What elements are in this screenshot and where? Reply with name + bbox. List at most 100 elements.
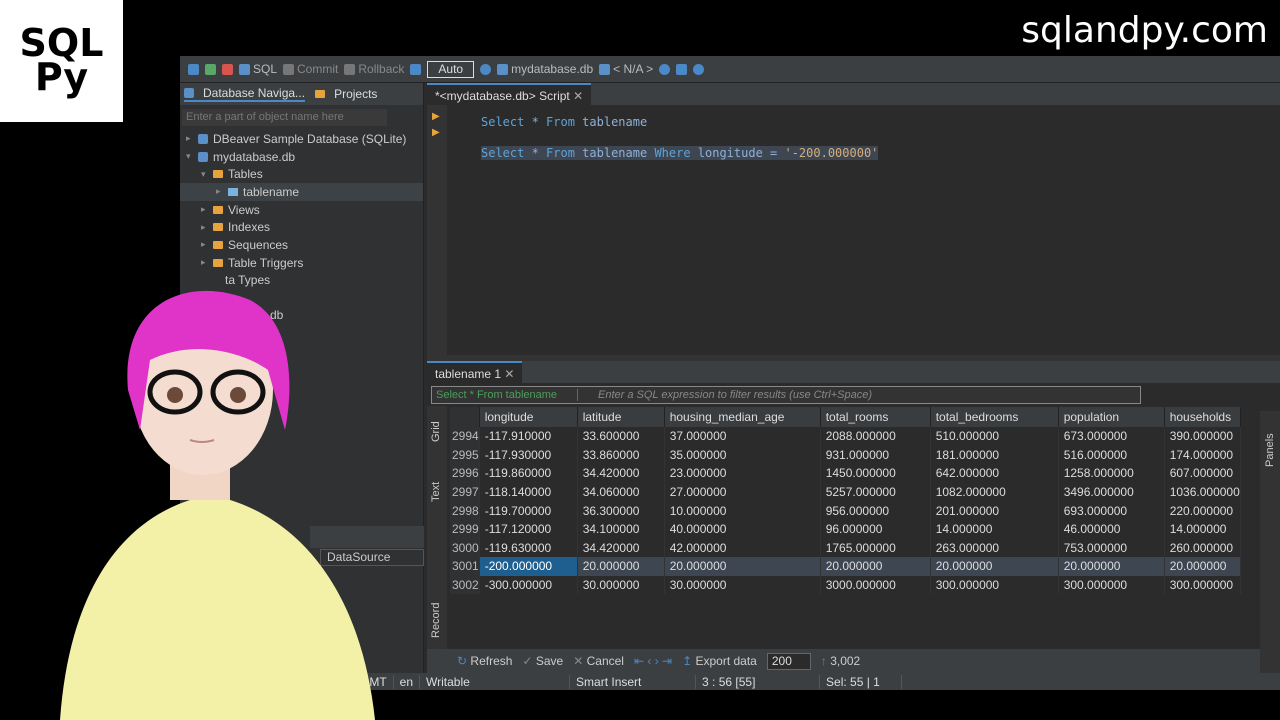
table-cell[interactable]: 33.600000 xyxy=(577,427,665,446)
table-row[interactable]: 3000 -119.630000 34.420000 42.000000 1765.00… xyxy=(450,538,1241,558)
table-cell[interactable]: 42.000000 xyxy=(664,538,821,558)
table-cell[interactable]: -300.000000 xyxy=(479,575,578,595)
tab-results[interactable]: tablename 1 ✕ xyxy=(427,361,523,383)
table-cell[interactable]: 36.300000 xyxy=(577,501,665,520)
tree-item-sequences[interactable]: ▸ Sequences xyxy=(180,236,423,254)
table-row[interactable]: 2999 -117.120000 34.100000 40.000000 96.0000… xyxy=(450,519,1241,539)
table-cell[interactable]: 34.060000 xyxy=(577,482,665,502)
table-cell[interactable]: -119.700000 xyxy=(479,501,578,520)
column-header[interactable]: longitude xyxy=(479,407,578,427)
tab-database-navigator[interactable]: Database Naviga... xyxy=(184,86,306,102)
table-cell[interactable]: -117.930000 xyxy=(479,445,578,465)
table-cell[interactable]: 20.000000 xyxy=(1058,557,1165,576)
table-cell[interactable]: 956.000000 xyxy=(820,501,931,520)
table-cell[interactable]: 1082.000000 xyxy=(930,482,1059,502)
tree-item-indexes[interactable]: ▸ Indexes xyxy=(180,218,423,236)
table-cell[interactable]: 673.000000 xyxy=(1058,427,1165,446)
close-icon[interactable]: ✕ xyxy=(573,89,583,103)
collapse-icon[interactable]: ▾ xyxy=(201,169,213,180)
save-button[interactable]: ✓ Save xyxy=(522,654,563,668)
table-row[interactable]: 3002 -300.000000 30.000000 30.000000 3000.00… xyxy=(450,575,1241,595)
table-cell[interactable]: 10.000000 xyxy=(664,501,821,520)
export-data-button[interactable]: ↥ Export data xyxy=(682,654,757,668)
table-cell[interactable]: 693.000000 xyxy=(1058,501,1165,520)
table-cell[interactable]: 642.000000 xyxy=(930,464,1059,483)
column-header[interactable]: latitude xyxy=(577,407,665,427)
table-cell[interactable]: 34.100000 xyxy=(577,519,665,539)
sql-editor[interactable]: *<mydatabase.db> Script ✕ ▶ ▶ Select * F… xyxy=(427,83,1280,355)
text-view-tab[interactable]: Text xyxy=(430,482,442,502)
table-cell[interactable]: 20.000000 xyxy=(664,557,821,576)
table-cell[interactable]: 607.000000 xyxy=(1164,464,1241,483)
table-cell[interactable]: 20.000000 xyxy=(1164,557,1241,576)
tree-item-tablename[interactable]: ▸ tablename xyxy=(180,183,423,201)
commit-button[interactable]: Commit xyxy=(283,62,338,76)
object-filter-input[interactable]: Enter a part of object name here xyxy=(182,109,387,126)
table-cell[interactable]: 3496.000000 xyxy=(1058,482,1165,502)
column-header[interactable]: population xyxy=(1058,407,1165,427)
table-cell[interactable]: -119.860000 xyxy=(479,464,578,483)
column-header[interactable]: housing_median_age xyxy=(664,407,821,427)
table-cell[interactable]: 20.000000 xyxy=(930,557,1059,576)
table-cell[interactable]: 30.000000 xyxy=(577,575,665,595)
expand-icon[interactable]: ▸ xyxy=(186,133,198,144)
table-cell[interactable]: 96.000000 xyxy=(820,519,931,539)
table-cell[interactable]: -119.630000 xyxy=(479,538,578,558)
auto-commit-toggle[interactable]: Auto xyxy=(427,60,475,78)
table-cell[interactable]: 516.000000 xyxy=(1058,445,1165,465)
history-icon[interactable] xyxy=(480,63,492,75)
grid-view-tab[interactable]: Grid xyxy=(430,421,442,442)
tree-item-mydatabase[interactable]: ▾ mydatabase.db xyxy=(180,148,423,166)
expand-icon[interactable]: ▸ xyxy=(201,239,213,250)
row-count[interactable]: ↑ 3,002 xyxy=(821,654,860,668)
filter-input[interactable]: Enter a SQL expression to filter results… xyxy=(578,389,872,401)
table-row[interactable]: 2995 -117.930000 33.860000 35.000000 931.000… xyxy=(450,445,1241,465)
expand-icon[interactable]: ▸ xyxy=(216,186,228,197)
table-cell[interactable]: 46.000000 xyxy=(1058,519,1165,539)
table-cell[interactable]: 37.000000 xyxy=(664,427,821,446)
rollback-button[interactable]: Rollback xyxy=(344,62,404,76)
disconnect-icon[interactable] xyxy=(222,63,233,75)
table-cell[interactable]: 181.000000 xyxy=(930,445,1059,465)
table-cell[interactable]: 34.420000 xyxy=(577,538,665,558)
sql-editor-button[interactable]: SQL xyxy=(239,62,277,76)
active-schema-selector[interactable]: < N/A > xyxy=(599,62,653,76)
search-icon[interactable] xyxy=(693,63,705,75)
fetch-size-input[interactable]: 200 xyxy=(766,652,811,670)
table-cell[interactable]: 753.000000 xyxy=(1058,538,1165,558)
table-cell[interactable]: 931.000000 xyxy=(820,445,931,465)
record-view-tab[interactable]: Record xyxy=(430,603,442,638)
table-cell[interactable]: 300.000000 xyxy=(930,575,1059,595)
table-cell[interactable]: 30.000000 xyxy=(664,575,821,595)
table-row[interactable]: 2997 -118.140000 34.060000 27.000000 5257.00… xyxy=(450,482,1241,502)
expand-icon[interactable]: ▸ xyxy=(201,204,213,215)
refresh-button[interactable]: ↻ Refresh xyxy=(457,654,512,668)
table-cell[interactable]: 35.000000 xyxy=(664,445,821,465)
tab-projects[interactable]: Projects xyxy=(315,87,377,101)
table-cell[interactable]: 1765.000000 xyxy=(820,538,931,558)
expand-icon[interactable]: ▸ xyxy=(201,257,213,268)
transaction-mode-icon[interactable] xyxy=(410,63,422,75)
tools-icon[interactable] xyxy=(676,63,688,75)
table-cell[interactable]: -200.000000 xyxy=(479,557,578,576)
table-cell[interactable]: 260.000000 xyxy=(1164,538,1241,558)
expand-icon[interactable]: ▸ xyxy=(201,222,213,233)
table-cell[interactable]: 300.000000 xyxy=(1058,575,1165,595)
table-row[interactable]: 2994 -117.910000 33.600000 37.000000 2088.00… xyxy=(450,427,1241,446)
table-cell[interactable]: -117.910000 xyxy=(479,427,578,446)
table-cell[interactable]: 220.000000 xyxy=(1164,501,1241,520)
table-cell[interactable]: 3000.000000 xyxy=(820,575,931,595)
table-cell[interactable]: 33.860000 xyxy=(577,445,665,465)
table-cell[interactable]: 201.000000 xyxy=(930,501,1059,520)
table-row[interactable]: 2998 -119.700000 36.300000 10.000000 956.000… xyxy=(450,501,1241,520)
table-cell[interactable]: 14.000000 xyxy=(1164,519,1241,539)
table-row[interactable]: 3001 -200.000000 20.000000 20.000000 20.0000… xyxy=(450,557,1241,576)
table-cell[interactable]: -117.120000 xyxy=(479,519,578,539)
task-icon[interactable] xyxy=(659,63,671,75)
table-cell[interactable]: 14.000000 xyxy=(930,519,1059,539)
column-header[interactable]: total_bedrooms xyxy=(930,407,1059,427)
tab-script[interactable]: *<mydatabase.db> Script ✕ xyxy=(427,83,592,105)
panels-tab[interactable]: Panels xyxy=(1264,433,1276,467)
results-filter-bar[interactable]: Select * From tablename Enter a SQL expr… xyxy=(431,386,1141,404)
table-cell[interactable]: 300.000000 xyxy=(1164,575,1241,595)
